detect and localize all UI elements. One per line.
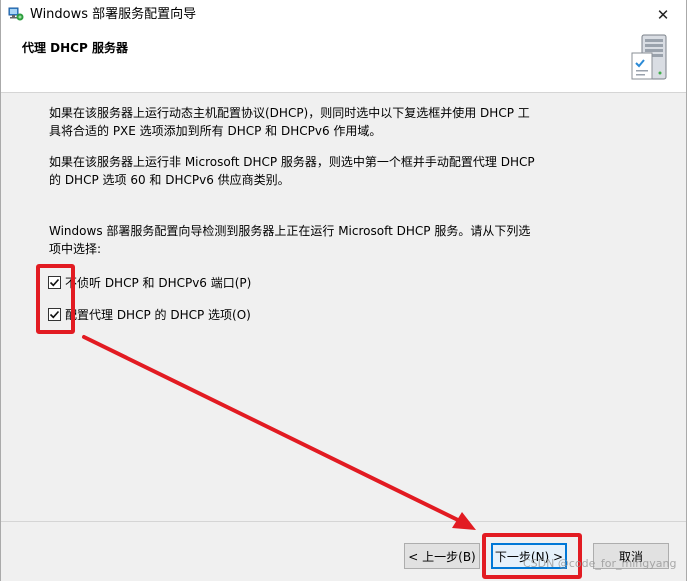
close-icon: ✕ <box>656 6 670 24</box>
annotation-box-checkboxes <box>36 264 75 334</box>
non-microsoft-dhcp-paragraph: 如果在该服务器上运行非 Microsoft DHCP 服务器，则选中第一个框并手… <box>49 155 535 187</box>
wizard-window: Windows 部署服务配置向导 ✕ 代理 DHCP 服务器 如果在该服务器上运… <box>0 0 687 581</box>
footer-divider <box>1 521 686 522</box>
title-bar[interactable]: Windows 部署服务配置向导 ✕ <box>1 0 686 30</box>
back-button[interactable]: < 上一步(B) <box>404 543 480 569</box>
watermark-text: CSDN @code_for_mingyang <box>523 557 677 570</box>
server-icon <box>631 34 667 80</box>
wds-app-icon <box>8 7 24 21</box>
option-label: 配置代理 DHCP 的 DHCP 选项(O) <box>65 307 251 322</box>
annotation-box-next <box>482 533 582 579</box>
option-configure-proxy-dhcp[interactable]: 配置代理 DHCP 的 DHCP 选项(O) <box>48 305 251 323</box>
option-label: 不侦听 DHCP 和 DHCPv6 端口(P) <box>65 275 252 290</box>
detection-paragraph: Windows 部署服务配置向导检测到服务器上正在运行 Microsoft DH… <box>49 224 531 256</box>
intro-paragraph: 如果在该服务器上运行动态主机配置协议(DHCP)，则同时选中以下复选框并使用 D… <box>49 106 530 138</box>
wizard-header: 代理 DHCP 服务器 <box>1 30 686 93</box>
page-title: 代理 DHCP 服务器 <box>22 41 128 55</box>
close-button[interactable]: ✕ <box>640 0 686 30</box>
window-title: Windows 部署服务配置向导 <box>30 7 197 22</box>
option-no-listen-dhcp[interactable]: 不侦听 DHCP 和 DHCPv6 端口(P) <box>48 273 251 291</box>
